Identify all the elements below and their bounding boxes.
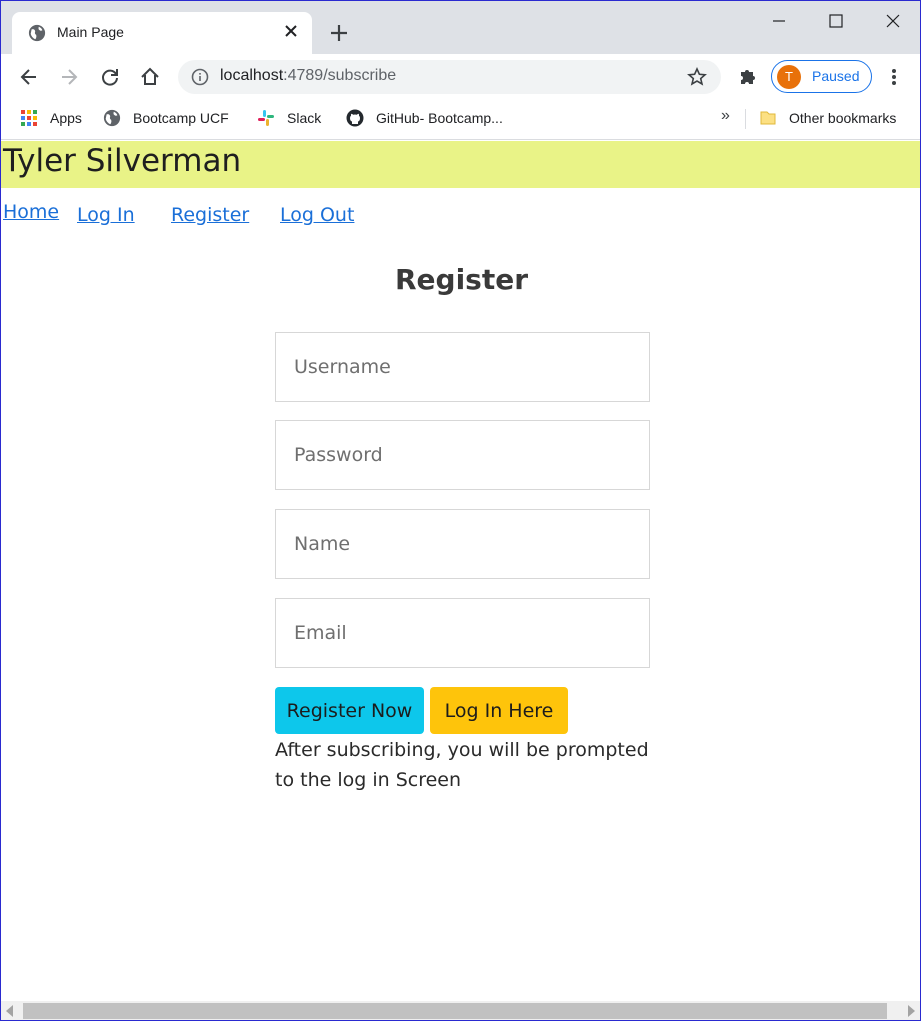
bookmarks-bar: Apps Bootcamp UCF Slack GitHub- Bootcamp… (1, 100, 920, 140)
nav-logout-link[interactable]: Log Out (280, 204, 354, 226)
bookmark-star-icon[interactable] (687, 67, 707, 87)
nav-register-link[interactable]: Register (171, 204, 249, 226)
bookmarks-divider (745, 109, 746, 129)
horizontal-scrollbar[interactable] (1, 1001, 920, 1020)
nav-login-link[interactable]: Log In (77, 204, 135, 226)
bookmark-bootcamp-ucf[interactable]: Bootcamp UCF (103, 108, 229, 128)
scrollbar-thumb[interactable] (23, 1003, 887, 1019)
more-menu-icon[interactable] (885, 67, 903, 87)
bookmark-label: GitHub- Bootcamp... (376, 110, 503, 126)
site-header: Tyler Silverman (1, 141, 920, 188)
email-input[interactable] (275, 598, 650, 668)
reload-icon[interactable] (99, 66, 121, 88)
profile-status: Paused (812, 68, 860, 84)
apps-grid-icon (21, 110, 37, 126)
site-title: Tyler Silverman (3, 143, 242, 179)
scroll-left-arrow[interactable] (6, 1005, 13, 1017)
username-input[interactable] (275, 332, 650, 402)
tab-title: Main Page (57, 24, 124, 40)
password-input[interactable] (275, 420, 650, 490)
new-tab-icon[interactable] (329, 23, 349, 43)
other-bookmarks[interactable]: Other bookmarks (759, 108, 896, 128)
web-page: Tyler Silverman Home Log In Register Log… (1, 141, 920, 1001)
scroll-right-arrow[interactable] (908, 1005, 915, 1017)
name-input[interactable] (275, 509, 650, 579)
url-host: localhost (220, 67, 284, 84)
profile-button[interactable]: T Paused (771, 60, 872, 93)
globe-icon (103, 109, 121, 127)
avatar: T (777, 65, 801, 89)
register-heading: Register (394, 263, 529, 296)
url-text: localhost:4789/subscribe (220, 67, 396, 85)
register-now-button[interactable]: Register Now (275, 687, 424, 734)
bookmark-label: Slack (287, 110, 322, 126)
forward-icon[interactable] (58, 66, 80, 88)
back-icon[interactable] (18, 66, 40, 88)
globe-icon (28, 24, 46, 42)
bookmarks-overflow-button[interactable]: » (721, 107, 730, 125)
maximize-icon[interactable] (826, 11, 846, 31)
minimize-icon[interactable] (769, 11, 789, 31)
home-icon[interactable] (139, 66, 161, 88)
info-icon[interactable] (191, 68, 209, 86)
bookmark-apps[interactable]: Apps (20, 108, 82, 128)
browser-toolbar: localhost:4789/subscribe T Paused (1, 54, 920, 100)
github-icon (346, 109, 364, 127)
close-icon[interactable] (283, 23, 299, 39)
log-in-here-button[interactable]: Log In Here (430, 687, 568, 734)
url-path: :4789/subscribe (283, 67, 397, 84)
bookmark-github[interactable]: GitHub- Bootcamp... (346, 108, 503, 128)
other-bookmarks-label: Other bookmarks (789, 110, 897, 126)
nav-home-link[interactable]: Home (3, 201, 59, 223)
bookmark-label: Bootcamp UCF (133, 110, 229, 126)
slack-icon (258, 110, 274, 126)
folder-icon (760, 111, 776, 125)
address-bar[interactable]: localhost:4789/subscribe (178, 60, 721, 94)
bookmark-slack[interactable]: Slack (257, 108, 321, 128)
subscribe-note: After subscribing, you will be prompted … (275, 739, 649, 791)
extensions-puzzle-icon[interactable] (738, 66, 758, 86)
browser-window: Main Page localhost:4789/subscribe T Pau… (0, 0, 921, 1021)
tab-strip: Main Page (1, 1, 920, 54)
bookmark-label: Apps (50, 110, 82, 126)
tab-main-page[interactable]: Main Page (12, 12, 312, 54)
window-close-icon[interactable] (883, 11, 903, 31)
